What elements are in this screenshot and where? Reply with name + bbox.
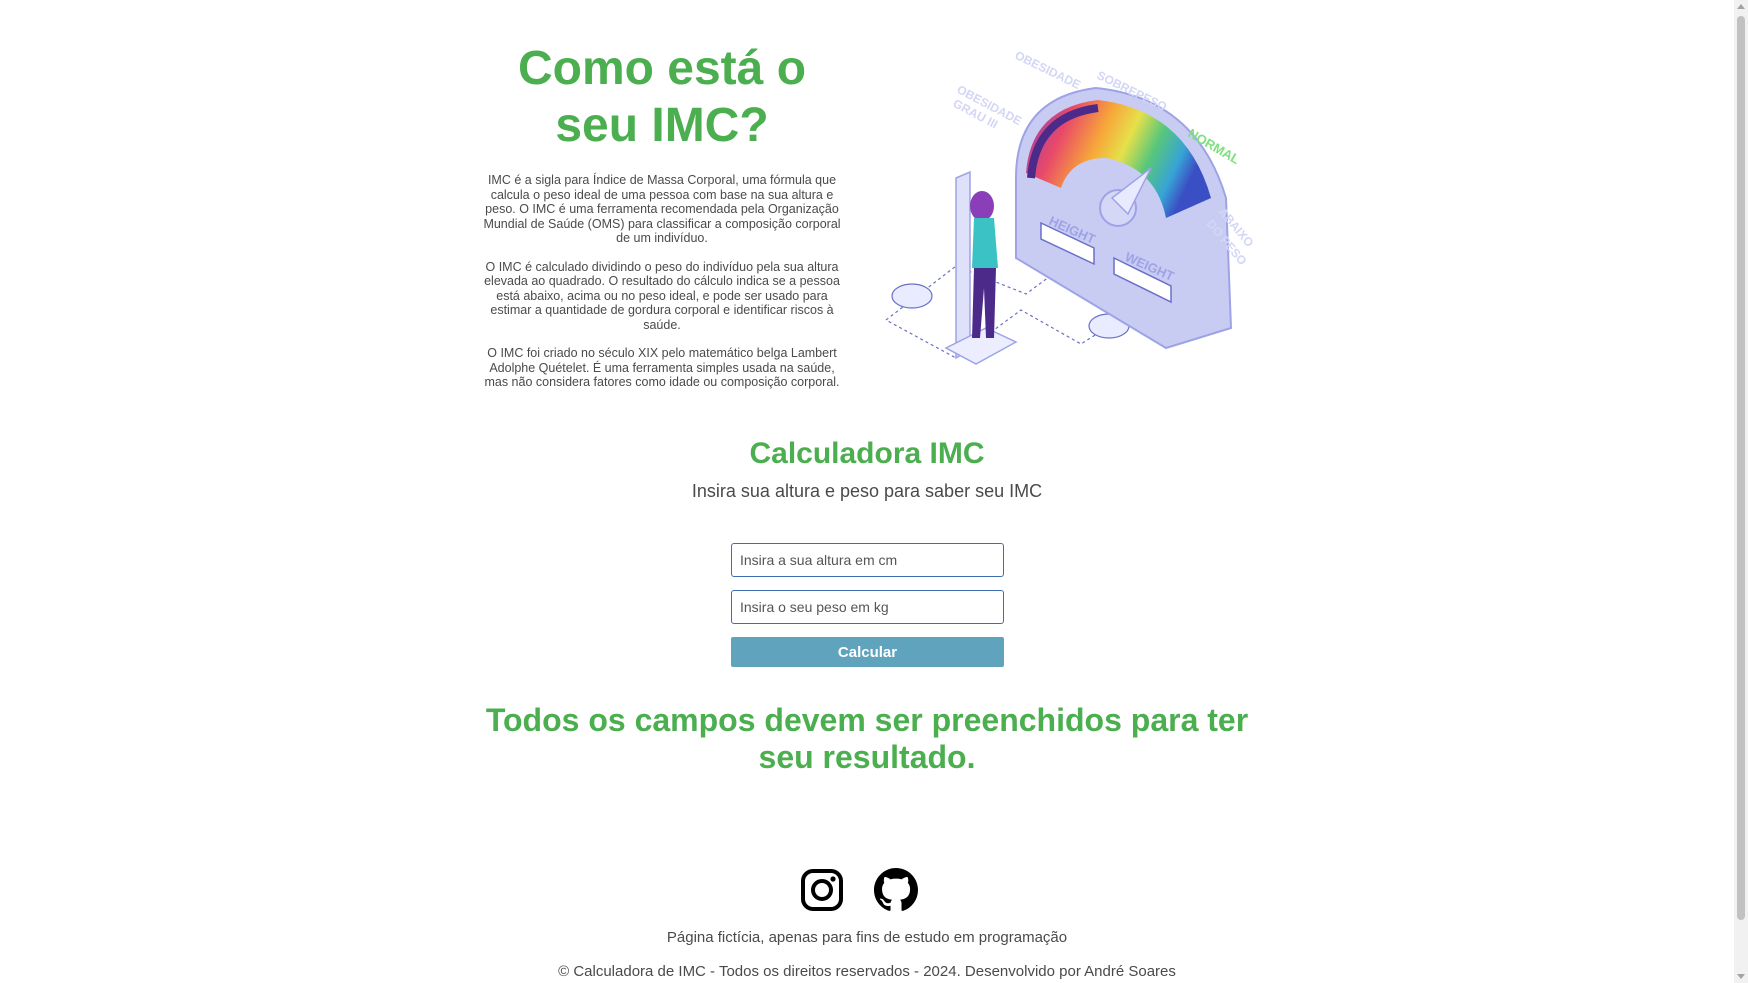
- github-link[interactable]: [874, 868, 918, 912]
- vertical-scrollbar[interactable]: [1734, 0, 1748, 983]
- bmi-form: Calcular: [731, 543, 1004, 667]
- calculator-subtitle: Insira sua altura e peso para saber seu …: [691, 481, 1043, 501]
- weight-input[interactable]: [731, 590, 1004, 624]
- calculator-title: Calculadora IMC: [749, 437, 985, 470]
- bmi-gauge-image: HEIGHT WEIGHT OBESIDADE SOBREPESO OBESID…: [884, 48, 1256, 365]
- obesity-label: OBESIDADE: [1013, 48, 1083, 92]
- calculator-section: Calculadora IMC Insira sua altura e peso…: [0, 436, 1734, 502]
- social-links: [800, 868, 918, 912]
- bmi-gauge-illustration: HEIGHT WEIGHT OBESIDADE SOBREPESO OBESID…: [866, 28, 1276, 378]
- calculate-button[interactable]: Calcular: [731, 637, 1004, 667]
- footer-copyright: © Calculadora de IMC - Todos os direitos…: [558, 963, 1176, 980]
- instagram-link[interactable]: [800, 868, 844, 912]
- height-input[interactable]: [731, 543, 1004, 577]
- scroll-up-arrow-icon[interactable]: [1737, 4, 1745, 9]
- intro-paragraph-2: O IMC é calculado dividindo o peso do in…: [484, 259, 840, 332]
- title-line-2: seu IMC?: [555, 99, 769, 152]
- page-title: Como está o seu IMC?: [476, 40, 848, 154]
- title-line-1: Como está o: [517, 42, 807, 95]
- github-icon: [874, 868, 918, 911]
- intro-paragraph-3: O IMC foi criado no século XIX pelo mate…: [484, 346, 840, 389]
- intro-paragraph-1: IMC é a sigla para Índice de Massa Corpo…: [483, 173, 841, 245]
- scroll-down-arrow-icon[interactable]: [1737, 974, 1745, 979]
- page: Como está o seu IMC? IMC é a sigla para …: [0, 0, 1748, 983]
- scroll-thumb[interactable]: [1737, 16, 1745, 920]
- instagram-icon: [801, 869, 843, 911]
- footer-note: Página fictícia, apenas para fins de est…: [666, 929, 1068, 946]
- result-message: Todos os campos devem ser preenchidos pa…: [485, 702, 1249, 775]
- intro-section: Como está o seu IMC? IMC é a sigla para …: [476, 40, 848, 390]
